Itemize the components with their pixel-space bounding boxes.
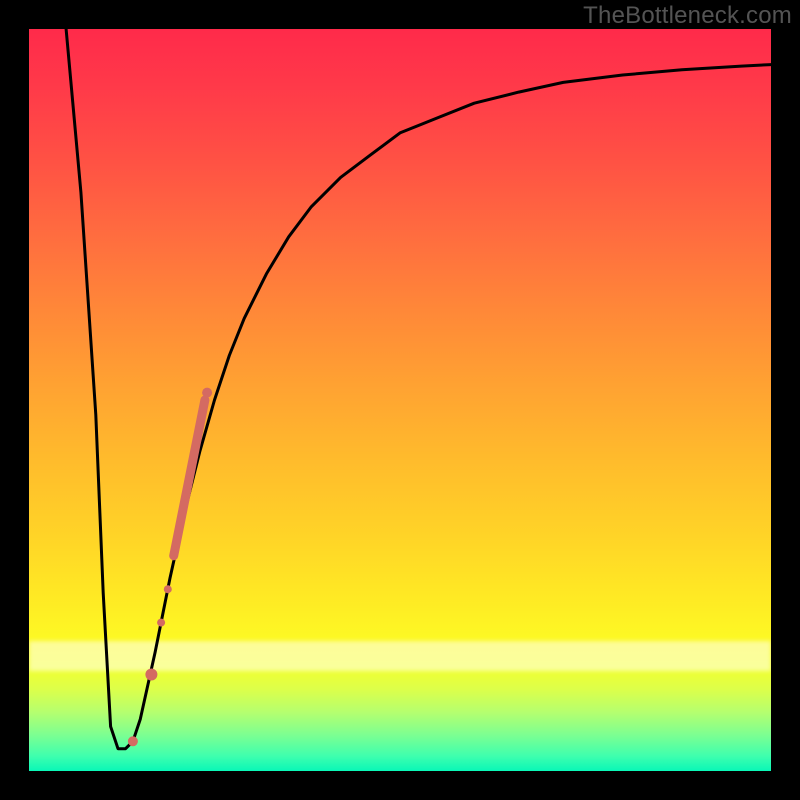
data-marker bbox=[202, 388, 212, 398]
curve-layer bbox=[66, 29, 771, 749]
data-marker bbox=[145, 669, 157, 681]
plot-area bbox=[29, 29, 771, 771]
data-marker bbox=[128, 736, 138, 746]
watermark-text: TheBottleneck.com bbox=[583, 2, 792, 30]
bottleneck-curve bbox=[66, 29, 771, 749]
data-marker-segment bbox=[174, 400, 205, 556]
chart-svg bbox=[29, 29, 771, 771]
marker-layer bbox=[128, 388, 212, 747]
data-marker bbox=[157, 619, 165, 627]
data-marker bbox=[164, 585, 172, 593]
chart-frame: TheBottleneck.com bbox=[0, 0, 800, 800]
